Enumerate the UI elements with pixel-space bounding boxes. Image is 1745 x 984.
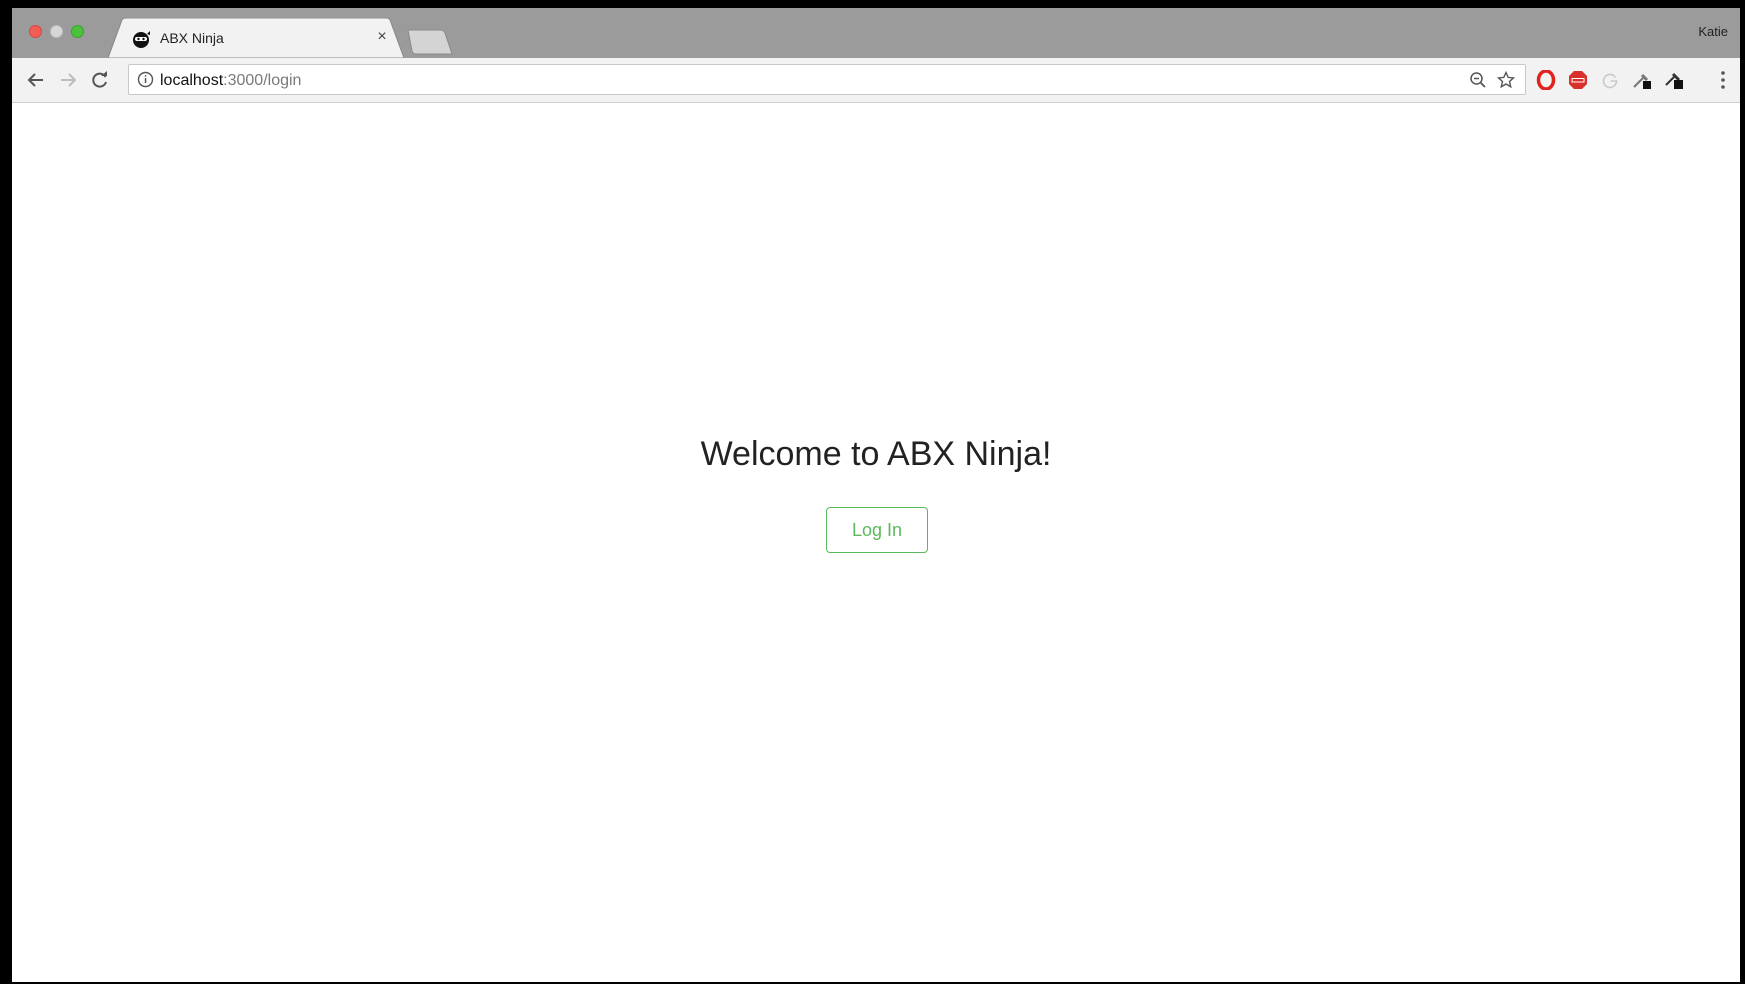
url-path: :3000/login [223, 72, 302, 89]
back-button[interactable] [24, 68, 48, 92]
forward-button[interactable] [56, 68, 80, 92]
page-title: Welcome to ABX Ninja! [700, 435, 1052, 473]
url-host: localhost [160, 72, 224, 89]
dropper-icon[interactable] [1632, 70, 1652, 90]
menu-dots-icon[interactable] [1720, 70, 1726, 90]
close-window-button[interactable] [29, 25, 42, 38]
info-icon[interactable] [137, 71, 154, 88]
google-icon[interactable] [1600, 70, 1620, 90]
back-arrow-icon [27, 73, 43, 87]
new-tab-button[interactable] [404, 28, 458, 56]
zoom-out-icon[interactable] [1469, 71, 1487, 89]
tab-background [108, 18, 404, 58]
opera-icon[interactable] [1536, 70, 1556, 90]
address-bar[interactable]: localhost:3000/login [128, 64, 1526, 95]
adblock-plus-icon[interactable] [1568, 70, 1588, 90]
minimize-window-button[interactable] [50, 25, 63, 38]
ninja-favicon-icon [133, 31, 150, 48]
reload-icon [92, 71, 107, 88]
tab-strip: ABX Ninja × Katie [12, 8, 1740, 58]
login-button[interactable]: Log In [826, 507, 928, 553]
page-content: Welcome to ABX Ninja! Log In [12, 103, 1740, 982]
window-controls [29, 25, 84, 38]
tab-abx-ninja[interactable]: ABX Ninja × [108, 18, 404, 58]
browser-window: ABX Ninja × Katie localhost:3000/login W… [12, 8, 1740, 982]
dropper-dark-icon[interactable] [1664, 70, 1684, 90]
forward-arrow-icon [61, 73, 77, 87]
star-icon[interactable] [1497, 71, 1515, 89]
reload-button[interactable] [88, 68, 112, 92]
browser-toolbar: localhost:3000/login [12, 58, 1740, 103]
url-text[interactable]: localhost:3000/login [160, 72, 301, 90]
tab-close-icon[interactable]: × [372, 27, 392, 47]
maximize-window-button[interactable] [71, 25, 84, 38]
profile-name[interactable]: Katie [1698, 24, 1728, 39]
tab-title: ABX Ninja [160, 30, 224, 46]
